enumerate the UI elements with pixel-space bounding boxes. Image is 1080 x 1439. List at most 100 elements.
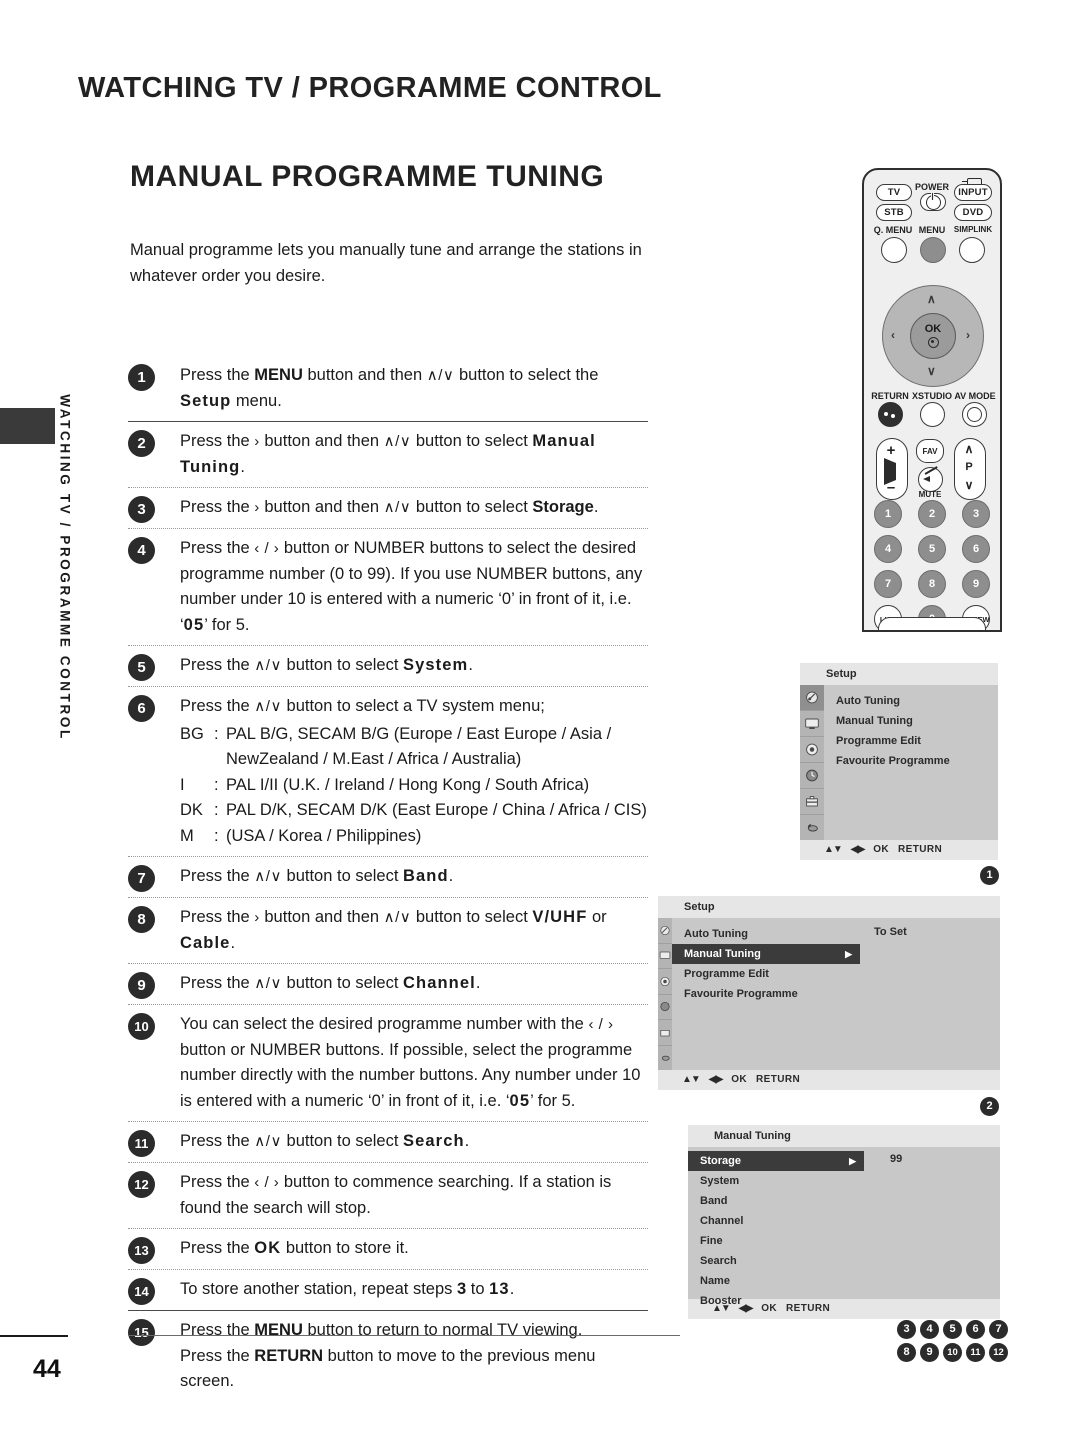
tv-system-colon: : — [214, 826, 219, 845]
instruction-step: 1 Press the MENU button and then ∧/∨ butt… — [128, 356, 648, 421]
osd-icon-sound[interactable] — [800, 737, 824, 763]
osd-icon-picture[interactable] — [800, 711, 824, 737]
remote-power-button — [920, 192, 946, 211]
toolbox-icon — [660, 1029, 670, 1037]
tv-system-value: (USA / Korea / Philippines) — [226, 826, 422, 845]
osd-menu-item[interactable]: Storage ▶ — [688, 1151, 864, 1171]
osd-menu-item[interactable]: Auto Tuning — [824, 691, 984, 711]
osd-menu-item-label: Auto Tuning — [684, 927, 748, 940]
osd-right-value: To Set — [860, 918, 1000, 1070]
avmode-ring-icon — [967, 407, 982, 422]
osd-menu-item[interactable]: Fine — [688, 1231, 864, 1251]
numpad-row: 789 — [874, 570, 990, 598]
tv-system-colon: : — [214, 775, 219, 794]
instruction-steps: 1 Press the MENU button and then ∧/∨ butt… — [128, 356, 648, 1402]
instruction-step: 13 Press the OK button to store it. — [128, 1229, 648, 1269]
osd-icon-setup[interactable] — [658, 1020, 672, 1046]
volume-up-icon: + — [886, 442, 896, 459]
osd-right-value: 99 — [864, 1147, 1000, 1299]
osd-icon-time[interactable] — [658, 995, 672, 1020]
remote-ok-button: OK — [910, 313, 956, 359]
osd-title: Setup — [800, 663, 998, 685]
step-marker-10: 10 — [943, 1343, 962, 1362]
osd-icon-sound[interactable] — [658, 969, 672, 995]
osd-menu-item[interactable]: System — [688, 1171, 864, 1191]
step-marker-5: 5 — [943, 1320, 962, 1339]
osd-menu-item[interactable]: Favourite Programme — [824, 751, 984, 771]
instruction-step: 14 To store another station, repeat steps… — [128, 1270, 648, 1310]
remote-input-button: INPUT — [954, 184, 992, 201]
dpad-left-icon: ‹ — [891, 328, 895, 342]
step-text: Press the › button and then ∧/∨ button t… — [180, 432, 596, 476]
osd-menu-item[interactable]: Auto Tuning — [672, 924, 860, 944]
osd-menu-item-label: Auto Tuning — [836, 694, 900, 707]
remote-numpad: 123456789LIST0Q.VIEW — [874, 500, 990, 630]
step-number-badge: 8 — [128, 906, 155, 933]
instruction-step: 12 Press the ‹ / › button to commence sea… — [128, 1163, 648, 1228]
osd-menu-item[interactable]: Channel — [688, 1211, 864, 1231]
osd-icon-picture[interactable] — [658, 944, 672, 969]
osd-icon-lock[interactable] — [658, 1046, 672, 1071]
tv-system-entry: BG: PAL B/G, SECAM B/G (Europe / East Eur… — [180, 722, 648, 748]
clock-icon — [806, 769, 818, 782]
numpad-key-7: 7 — [874, 570, 902, 598]
osd-hint-ok: OK — [761, 1303, 777, 1314]
tv-system-key: M — [180, 826, 194, 845]
volume-down-icon: – — [886, 479, 896, 496]
osd-icon-setup[interactable] — [800, 789, 824, 815]
osd-menu-item[interactable]: Programme Edit — [672, 964, 860, 984]
remote-power-label: POWER — [914, 182, 949, 192]
lock-icon — [661, 1056, 670, 1061]
osd-menu-item[interactable]: Manual Tuning ▶ — [672, 944, 860, 964]
osd-title: Manual Tuning — [688, 1125, 1000, 1147]
chapter-title: WATCHING TV / PROGRAMME CONTROL — [78, 72, 662, 104]
ok-label: OK — [924, 323, 942, 336]
lock-icon — [807, 824, 818, 832]
osd-right-value — [984, 685, 998, 840]
satellite-dish-icon — [806, 691, 818, 704]
step-number-badge: 15 — [128, 1319, 155, 1346]
numpad-key-2: 2 — [918, 500, 946, 528]
tv-system-key: DK — [180, 801, 203, 819]
side-tab-marker — [0, 408, 55, 444]
osd-menu-item[interactable]: Programme Edit — [824, 731, 984, 751]
instruction-step: 6 Press the ∧/∨ button to select a TV sys… — [128, 687, 648, 856]
tv-system-list: BG: PAL B/G, SECAM B/G (Europe / East Eur… — [180, 722, 648, 850]
remote-fav-button: FAV — [916, 439, 944, 463]
osd-menu-item[interactable]: Band — [688, 1191, 864, 1211]
osd-footer-hints: ▲▼ ◀▶ OK RETURN — [800, 840, 998, 860]
osd-menu-item[interactable]: Search — [688, 1251, 864, 1271]
tv-system-entry: M: (USA / Korea / Philippines) — [180, 824, 648, 850]
osd-icon-lock[interactable] — [800, 815, 824, 840]
osd-menu-item-label: Favourite Programme — [836, 754, 950, 767]
osd-step-marker-1: 1 — [980, 866, 999, 885]
osd-hint-leftright: ◀▶ — [708, 1074, 723, 1085]
osd-panel-setup-menu: Setup Auto TuningManual TuningProgramm — [800, 663, 998, 860]
dpad-down-icon: ∨ — [927, 364, 936, 378]
dpad-up-icon: ∧ — [927, 292, 936, 306]
osd-icon-time[interactable] — [800, 763, 824, 789]
remote-stb-button: STB — [876, 204, 912, 221]
remote-avmode-button — [962, 402, 987, 427]
remote-dpad: ∧ ∨ ‹ › OK — [882, 285, 984, 387]
step-text: Press the OK button to store it. — [180, 1239, 409, 1257]
remote-menu-label: MENU — [918, 225, 946, 235]
osd-hint-return: RETURN — [756, 1074, 801, 1085]
return-icon — [883, 408, 898, 422]
remote-tv-button: TV — [876, 184, 912, 201]
instruction-step: 7 Press the ∧/∨ button to select Band. — [128, 857, 648, 897]
step-marker-3: 3 — [897, 1320, 916, 1339]
osd-title: Setup — [658, 896, 1000, 918]
osd-menu-item[interactable]: Manual Tuning — [824, 711, 984, 731]
osd-panel-manual-tuning-menu: Manual Tuning Storage ▶ System Band Channel F… — [688, 1125, 1000, 1319]
osd-menu-item[interactable]: Name — [688, 1271, 864, 1291]
numpad-key-9: 9 — [962, 570, 990, 598]
chevron-right-icon: ▶ — [849, 1155, 856, 1166]
osd-menu-item[interactable]: Favourite Programme — [672, 984, 860, 1004]
osd-icon-tuning[interactable] — [800, 685, 824, 711]
step-number-badge: 11 — [128, 1130, 155, 1157]
osd-icon-tuning[interactable] — [658, 918, 672, 944]
instruction-step: 2 Press the › button and then ∧/∨ button … — [128, 422, 648, 487]
instruction-step: 5 Press the ∧/∨ button to select System. — [128, 646, 648, 686]
osd-hint-updown: ▲▼ — [824, 844, 843, 855]
